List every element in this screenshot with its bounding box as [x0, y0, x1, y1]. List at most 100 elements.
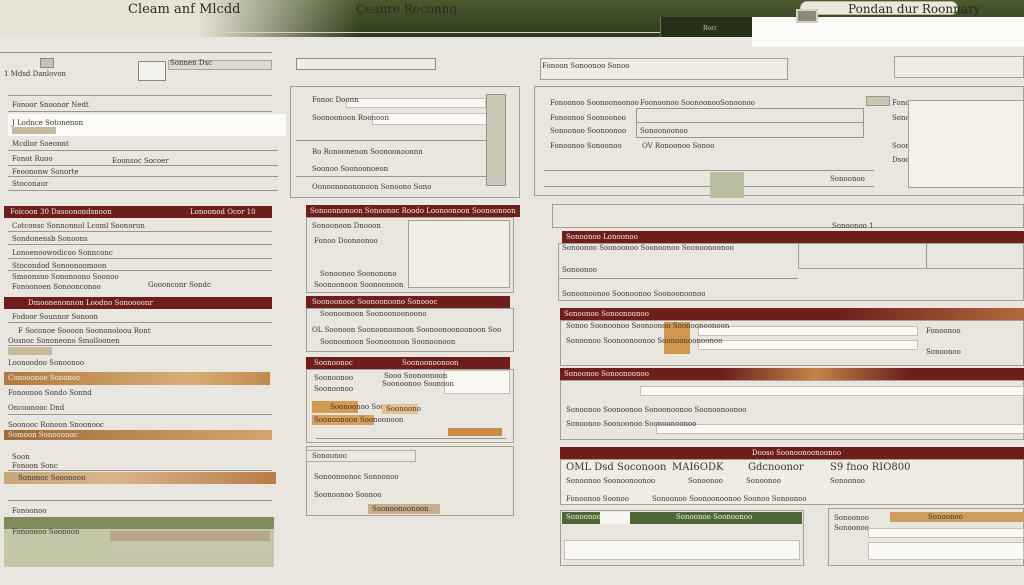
left-row-a4: Fonot Ruoo: [12, 155, 53, 163]
footer-b-1: Sonoonoo: [834, 514, 869, 522]
right-row-c3: Fonoonoo: [926, 327, 961, 335]
left-side-b1: Gooonconr Sondc: [148, 281, 211, 289]
right-rule-3: [558, 278, 798, 279]
right-footer-input-b2[interactable]: [868, 542, 1024, 560]
right-row-c2: Sonoonoo Soonoonoonoo Soonoonoonoonoo: [566, 337, 723, 345]
mid-right-box[interactable]: [408, 220, 510, 288]
left-top-field-2: Sonnen Dsc: [170, 59, 213, 67]
mid-top-field-1: Fonoc Doonn: [312, 96, 359, 104]
right-footer-input-b1[interactable]: [868, 528, 1024, 538]
mid-scroll-box[interactable]: [486, 94, 506, 186]
left-row-c13: Fonoonoo: [12, 507, 47, 515]
left-rule-4: [8, 165, 278, 166]
right-mid-2: Foonoonoo Soonoonoo: [640, 99, 721, 107]
right-top-box[interactable]: [894, 56, 1024, 78]
gear-icon[interactable]: [796, 9, 818, 23]
right-footer-input-a[interactable]: [564, 540, 800, 560]
right-panel-2: [552, 204, 1024, 228]
summary-row2-3: Sonoonoo: [746, 477, 781, 485]
left-section-bar-1-right: Lonoonod Ocor 10: [190, 208, 256, 216]
app-title: Cleam anf Mlcdd: [128, 2, 241, 17]
left-row-c1: Fodoor Sounnor Sonoon: [12, 313, 98, 321]
mid-section-bar-1-label: Sonoonnonoon Sonoonoc Roodo Loonoonoon S…: [310, 207, 516, 215]
right-row-a5: Sonoonoo: [830, 175, 865, 183]
right-rule-2: [544, 186, 874, 187]
mid-tan-3: [448, 428, 502, 436]
left-row-highlight: [12, 127, 56, 134]
left-small-box[interactable]: [40, 58, 54, 68]
footer-b-3: Sonoonoo: [928, 513, 963, 521]
right-row-c1: Sonoo Soonoonoo Soonoonoo Soonoonoonoon: [566, 322, 730, 330]
mid-section-bar-3-left: Soonoonoc: [314, 359, 353, 367]
mid-top-input[interactable]: [346, 98, 486, 108]
mid-row-b2: OL Soonoon Soonoonoonoon Soonoonoonoonoo…: [312, 326, 502, 334]
mid-tab[interactable]: [296, 58, 436, 70]
right-grid-line: [636, 122, 864, 123]
mid-top-input-2[interactable]: [372, 113, 492, 125]
left-panel-input-2[interactable]: [110, 545, 270, 553]
right-section-bar-3-label: Sonoonoo Sonoonoonoo: [564, 370, 649, 378]
left-rule-2: [8, 111, 272, 112]
right-rule-1: [544, 170, 874, 171]
left-row-c6: Fonoonoo Sondo Sonnd: [8, 389, 92, 397]
left-row-c5: Conooonoe Sononoc: [8, 374, 81, 382]
right-grid-2-v: [926, 243, 927, 269]
left-rule-11: [8, 322, 272, 323]
right-input-row-4[interactable]: [656, 424, 1024, 434]
left-section-bar-2-label: Dmoonenonnon Loodno Sonoooonr: [28, 299, 153, 307]
summary-col-3: Gdcnoonor: [748, 462, 804, 473]
left-rule-13: [8, 414, 272, 415]
top-tab-label: Rorr: [703, 25, 717, 32]
summary-row2-2: Sonoonoo: [688, 477, 723, 485]
mid-rule-1: [296, 140, 486, 141]
left-row-c14: Fonoonoo Soonoon: [12, 528, 80, 536]
mid-bottom-3: Soonoonoo Soonoo: [314, 491, 382, 499]
left-field-1[interactable]: [138, 61, 166, 81]
left-panel-input-1[interactable]: [110, 531, 270, 541]
right-row-b1: Sonoonoo Soonoonoo Soonoonoo Soonoonoono…: [562, 244, 734, 252]
mid-bottom-2: Sonoonoonoc Sonoonoo: [314, 473, 399, 481]
right-mid-3: Sonoonoonoo: [640, 127, 688, 135]
left-row-c12: Sononoc Sooonoon: [18, 474, 86, 482]
right-row-a4: Fonoonoo Sonoonoo: [550, 142, 622, 150]
left-rule-9: [8, 258, 272, 259]
left-rule-8: [8, 244, 272, 245]
right-side-input[interactable]: [908, 100, 1024, 188]
right-title-box[interactable]: [752, 17, 1024, 47]
summary-row3-2: Sonoonoo Soonoonoonoo Soonoo Sonoonoo: [652, 495, 807, 503]
left-rule-6: [8, 190, 278, 191]
left-row-c9: Somoon Sonooonoc: [8, 431, 78, 439]
summary-col-2: MAI6ODK: [672, 462, 724, 473]
mid-row-b1: Soonoonoon Soonoonoonoono: [320, 310, 427, 318]
right-section-bar-2-label: Sonoonoo Sonoonoonoo: [564, 310, 649, 318]
left-row-c4: Loonoodoo Sonoonoo: [8, 359, 85, 367]
center-title-underline: [225, 32, 665, 33]
mid-row-a2: Fonoo Doonoonoo: [314, 237, 378, 245]
left-divider-top: [0, 52, 272, 53]
summary-row2-1: Sonoonoo Soonoonoonoo: [566, 477, 656, 485]
right-input-row-1[interactable]: [698, 326, 918, 336]
right-row-b3: Sonoonoonoo Soonoonoo Soonoonoonoo: [562, 290, 706, 298]
right-side-4: Dsoo: [892, 156, 910, 164]
right-side-box[interactable]: [866, 96, 890, 106]
left-rule-3: [8, 150, 278, 151]
right-row-c4: Sonoonoo: [926, 348, 961, 356]
left-row-b2: Sondonensb Sonoons: [12, 235, 88, 243]
right-row-d2: Sonoonoo Soonoonoo Soonoonoonoo: [566, 420, 697, 428]
left-top-field-1: 1 Mdsd Danlovon: [4, 70, 67, 78]
right-row-d1: Sonoonoo Soonoonoo Sonoonoonoo Soonoonoo…: [566, 406, 747, 414]
footer-a-2: Sonoonoo Soonoonoo: [676, 513, 753, 521]
right-grid-2[interactable]: [798, 243, 1024, 269]
right-row-a1: Fonoonoo Soonoonoonoo: [550, 99, 639, 107]
mid-row-a1: Sonoonoon Dnooon: [312, 222, 381, 230]
mid-bottom-4: Soonoonoonoon: [372, 505, 429, 513]
right-input-row-3[interactable]: [640, 386, 1024, 396]
right-footer-white[interactable]: [600, 512, 630, 524]
footer-b-2: Sonoonoo: [834, 524, 869, 532]
summary-row2-4: Sonoonoo: [830, 477, 865, 485]
left-rule-7: [8, 231, 272, 232]
left-row-b5: Smoonsuo Sononoono Soonoo: [12, 273, 119, 281]
left-row-a6: Stoconaor: [12, 180, 49, 188]
right-input-row-2[interactable]: [698, 340, 918, 350]
mid-top-field-4: Soonoo Soonoonoeon: [312, 165, 389, 173]
